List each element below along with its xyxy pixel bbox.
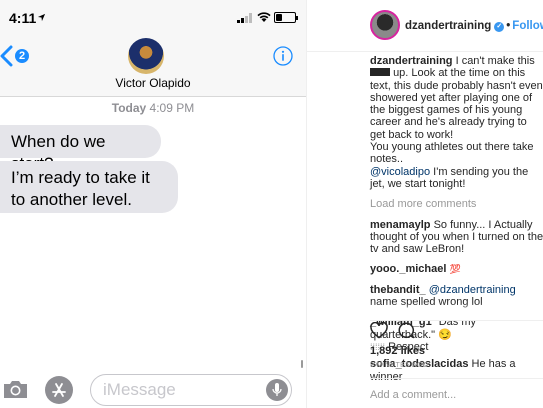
message-bubble[interactable]: I’m ready to take it to another level. [0,161,178,213]
info-icon[interactable] [273,46,293,66]
add-comment-input[interactable]: Add a comment... [370,378,543,401]
imessage-screen: 4:11 2 Victor Olapido Today 4:09 PM When… [0,0,306,408]
contact-avatar[interactable] [128,38,164,74]
timestamp-time: 4:09 PM [149,101,195,115]
separator-dot: • [506,20,511,32]
imessage-input[interactable]: iMessage [90,374,292,406]
unread-count-badge: 2 [15,49,29,63]
comment-icon[interactable] [398,322,415,339]
app-store-button[interactable] [45,376,73,404]
username-link[interactable]: dzandertraining [405,20,491,32]
message-timestamp: Today 4:09 PM [0,101,306,115]
camera-icon[interactable] [2,378,29,400]
post-header: dzandertraining✓•Follow [307,0,543,52]
verified-badge-icon: ✓ [494,22,505,32]
chevron-left-icon [0,45,13,67]
instagram-post-panel: dzandertraining✓•Follow dzandertraining … [306,0,543,408]
status-time: 4:11 [9,10,37,26]
caption-text: up. Look at the time on this text, this … [370,67,543,141]
message-bubble[interactable]: When do we start? [0,125,161,173]
mention-link[interactable]: @vicoladipo [370,166,430,178]
imessage-placeholder: iMessage [103,380,176,399]
cellular-signal-icon [237,13,252,23]
post-time: 9 MINUTES AGO [370,362,429,369]
location-arrow-icon [37,13,46,22]
follow-button[interactable]: Follow [512,20,543,32]
comments-section: dzandertraining I can't make this up. Lo… [370,55,543,383]
load-more-comments[interactable]: Load more comments [370,198,543,210]
battery-icon [274,12,298,23]
battery-level [276,14,282,21]
likes-count[interactable]: 1,892 likes [370,345,425,357]
caption-username[interactable]: dzandertraining [370,55,453,67]
post-author: dzandertraining✓•Follow [405,20,543,32]
comment: yooo._michael 💯 [370,263,543,275]
caption-text: I can't make this [455,55,535,67]
censor-bar [370,68,390,77]
dictation-button[interactable] [266,379,288,401]
heart-icon[interactable] [370,322,388,339]
post-caption: dzandertraining I can't make this up. Lo… [370,55,543,190]
profile-avatar[interactable] [370,10,400,40]
back-button[interactable]: 2 [0,44,29,68]
comment-username[interactable]: menamaylp [370,219,431,231]
scroll-indicator [301,360,303,368]
mention-link[interactable]: @dzandertraining [429,284,516,296]
conversation-header: 4:11 2 Victor Olapido [0,0,306,97]
comments-fade [370,303,543,321]
compose-bar: iMessage [0,370,306,408]
comment-username[interactable]: thebandit_ [370,284,426,296]
app-store-icon [52,383,66,397]
comment: menamaylp So funny... I Actually thought… [370,219,543,256]
timestamp-day: Today [111,101,147,115]
contact-name[interactable]: Victor Olapido [0,76,306,90]
post-actions [370,320,543,339]
comment-username[interactable]: yooo._michael [370,263,446,275]
comment-text: 💯 [449,264,461,275]
microphone-icon [272,383,282,396]
wifi-icon [257,12,271,22]
caption-text: You young athletes out there take notes.… [370,141,534,166]
